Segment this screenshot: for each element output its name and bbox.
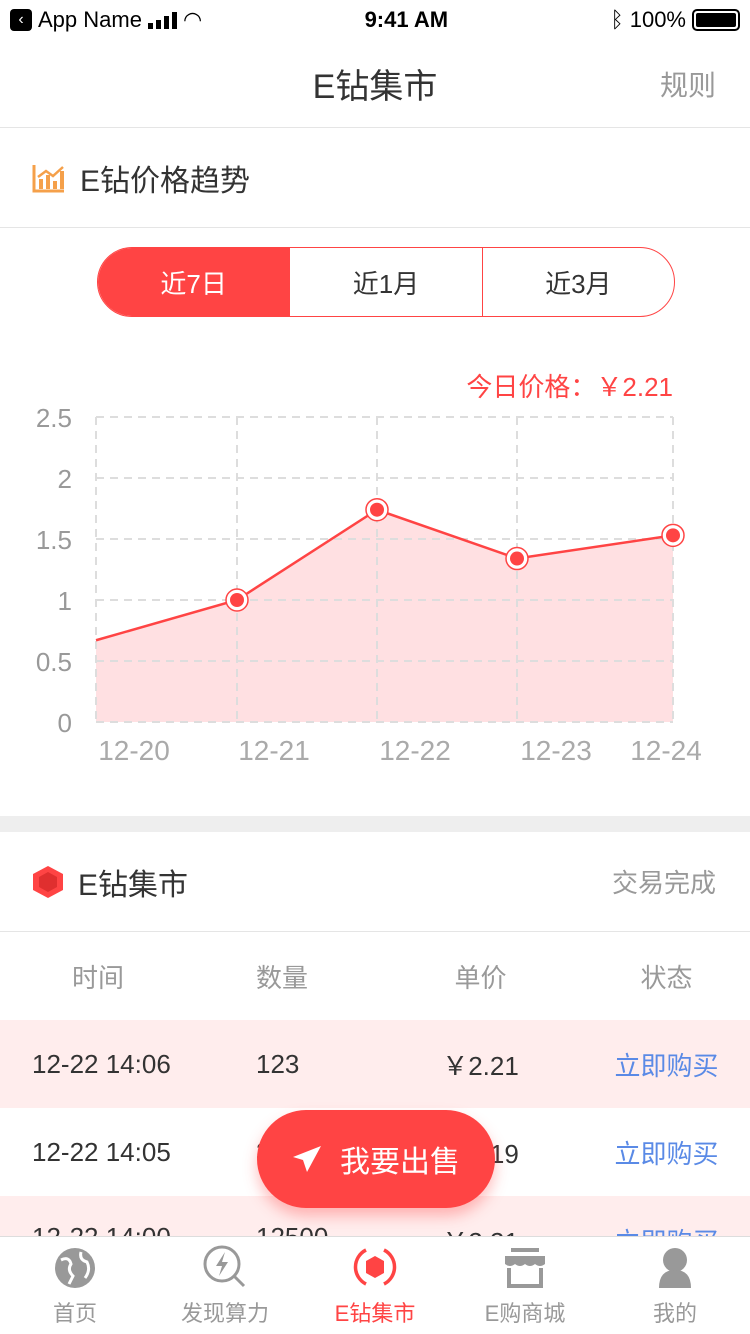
lightning-search-icon [203, 1245, 246, 1288]
today-price: 今日价格：￥2.21 [466, 372, 673, 402]
price-chart: 今日价格：￥2.21 0 0.5 1 1.5 2 2.5 12-20 12-21 12-22 12… [36, 372, 702, 766]
diamond-icon [33, 865, 63, 898]
data-point [370, 502, 384, 517]
sell-button[interactable]: 我要出售 [257, 1110, 495, 1208]
section-divider [0, 816, 750, 832]
y-tick-label: 1.5 [36, 525, 72, 555]
globe-icon [55, 1248, 95, 1288]
tab-label: E购商城 [484, 1301, 566, 1326]
y-tick-label: 2.5 [36, 403, 72, 433]
send-icon [293, 1146, 321, 1172]
y-tick-label: 2 [58, 464, 72, 494]
rules-button[interactable]: 规则 [660, 64, 716, 104]
tab-7-days[interactable]: 近7日 [98, 248, 290, 316]
nav-bar: E钻集市 规则 [0, 40, 750, 128]
row-qty: 123 [256, 1048, 300, 1079]
trend-header: E钻价格趋势 [0, 128, 750, 228]
buy-now-button[interactable]: 立即购买 [593, 1046, 750, 1083]
tab-discover[interactable]: 发现算力 [150, 1237, 300, 1334]
trend-title: E钻价格趋势 [80, 164, 251, 198]
period-selector: 近7日 近1月 近3月 [97, 247, 675, 317]
y-tick-label: 0 [58, 708, 72, 738]
tab-label: E钻集市 [334, 1301, 416, 1326]
diamond-icon [353, 1248, 397, 1286]
back-app-icon[interactable]: ‹ [10, 9, 32, 31]
x-tick-label: 12-22 [379, 735, 451, 766]
data-point [230, 593, 244, 607]
col-status: 状态 [640, 962, 693, 993]
bluetooth-icon: ᛒ [610, 7, 624, 32]
tab-label: 发现算力 [180, 1301, 269, 1326]
x-tick-label: 12-23 [520, 735, 592, 766]
tab-1-month[interactable]: 近1月 [289, 248, 481, 316]
signal-icon [147, 11, 177, 29]
row-price: ￥2.21 [442, 1050, 519, 1081]
carrier: App Name [38, 7, 142, 32]
table-row: 12-22 14:06 123 ￥2.21 立即购买 [0, 1020, 750, 1108]
tab-profile[interactable]: 我的 [600, 1237, 750, 1334]
x-tick-label: 12-20 [98, 735, 170, 766]
tab-home[interactable]: 首页 [0, 1237, 150, 1334]
col-time: 时间 [71, 962, 124, 993]
tab-label: 首页 [52, 1301, 97, 1326]
page-title: E钻集市 [312, 68, 438, 106]
wifi-icon: ◠ [182, 7, 203, 32]
buy-now-button[interactable]: 立即购买 [593, 1134, 750, 1171]
market-header: E钻集市 交易完成 [0, 832, 750, 932]
x-tick-label: 12-21 [238, 735, 310, 766]
completed-trades-link[interactable]: 交易完成 [612, 863, 716, 900]
col-qty: 数量 [255, 962, 308, 993]
chart-trend-icon [32, 164, 64, 192]
tab-label: 我的 [652, 1301, 697, 1326]
x-tick-label: 12-24 [630, 735, 702, 766]
store-icon [505, 1248, 545, 1288]
y-tick-label: 1 [58, 586, 72, 616]
tab-3-months[interactable]: 近3月 [481, 248, 674, 316]
clock: 9:41 AM [364, 7, 449, 32]
battery-percent: 100% [629, 7, 686, 32]
tab-shop[interactable]: E购商城 [450, 1237, 600, 1334]
data-point [666, 528, 680, 543]
tab-bar: 首页 发现算力 E钻集市 E购商城 我的 [0, 1236, 750, 1334]
data-point [510, 551, 524, 566]
sell-label: 我要出售 [340, 1146, 460, 1179]
battery-icon [692, 9, 740, 31]
status-bar: ‹ App Name ◠ 9:41 AM ᛒ 100% [0, 0, 750, 40]
tab-market[interactable]: E钻集市 [300, 1237, 450, 1334]
col-price: 单价 [454, 962, 507, 993]
user-icon [659, 1248, 691, 1288]
row-time: 12-22 14:06 [32, 1048, 171, 1079]
row-time: 12-22 14:05 [32, 1136, 171, 1167]
table-header: 时间 数量 单价 状态 [0, 932, 750, 1020]
y-tick-label: 0.5 [36, 647, 72, 677]
market-title: E钻集市 [78, 868, 189, 902]
